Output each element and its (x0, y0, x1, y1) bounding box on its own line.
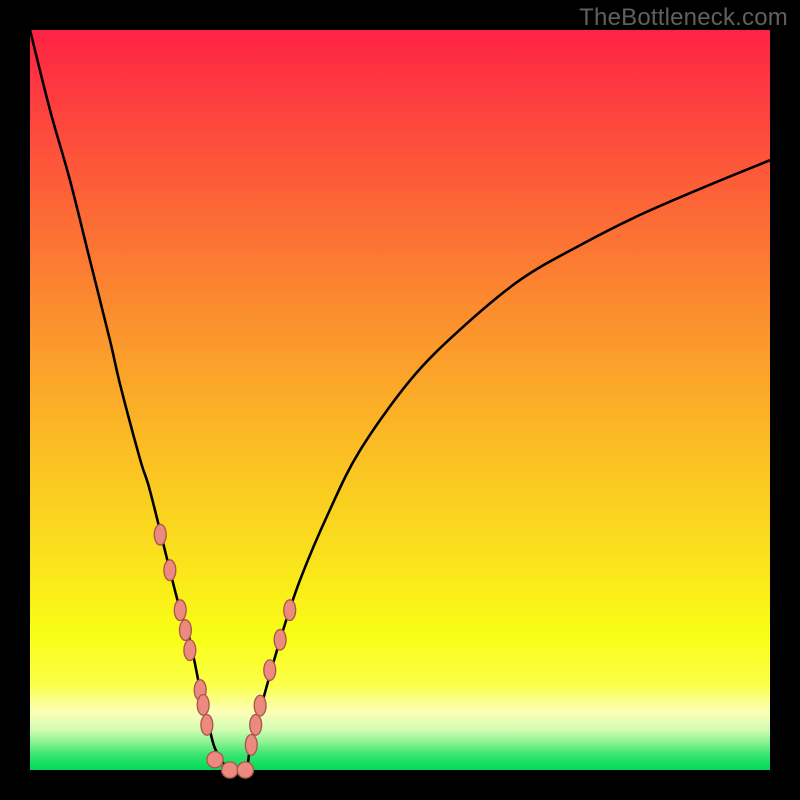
plot-area (30, 30, 770, 770)
curve-marker (154, 524, 166, 545)
curve-marker (197, 695, 209, 716)
curve-marker (237, 762, 253, 778)
app-frame: TheBottleneck.com (0, 0, 800, 800)
curve-marker (184, 640, 196, 661)
curve-marker (250, 715, 262, 736)
curve-markers (154, 524, 295, 778)
curve-marker (179, 620, 191, 641)
curve-marker (201, 715, 213, 736)
curve-marker (222, 762, 238, 778)
curve-marker (264, 660, 276, 681)
curve-marker (174, 600, 186, 621)
watermark-text: TheBottleneck.com (579, 4, 788, 32)
chart-overlay (30, 30, 770, 770)
curve-marker (245, 734, 257, 755)
curve-marker (164, 560, 176, 581)
curve-marker (207, 752, 223, 768)
curve-marker (274, 629, 286, 650)
curve-marker (284, 600, 296, 621)
curve-marker (254, 695, 266, 716)
bottleneck-curve (30, 30, 770, 772)
